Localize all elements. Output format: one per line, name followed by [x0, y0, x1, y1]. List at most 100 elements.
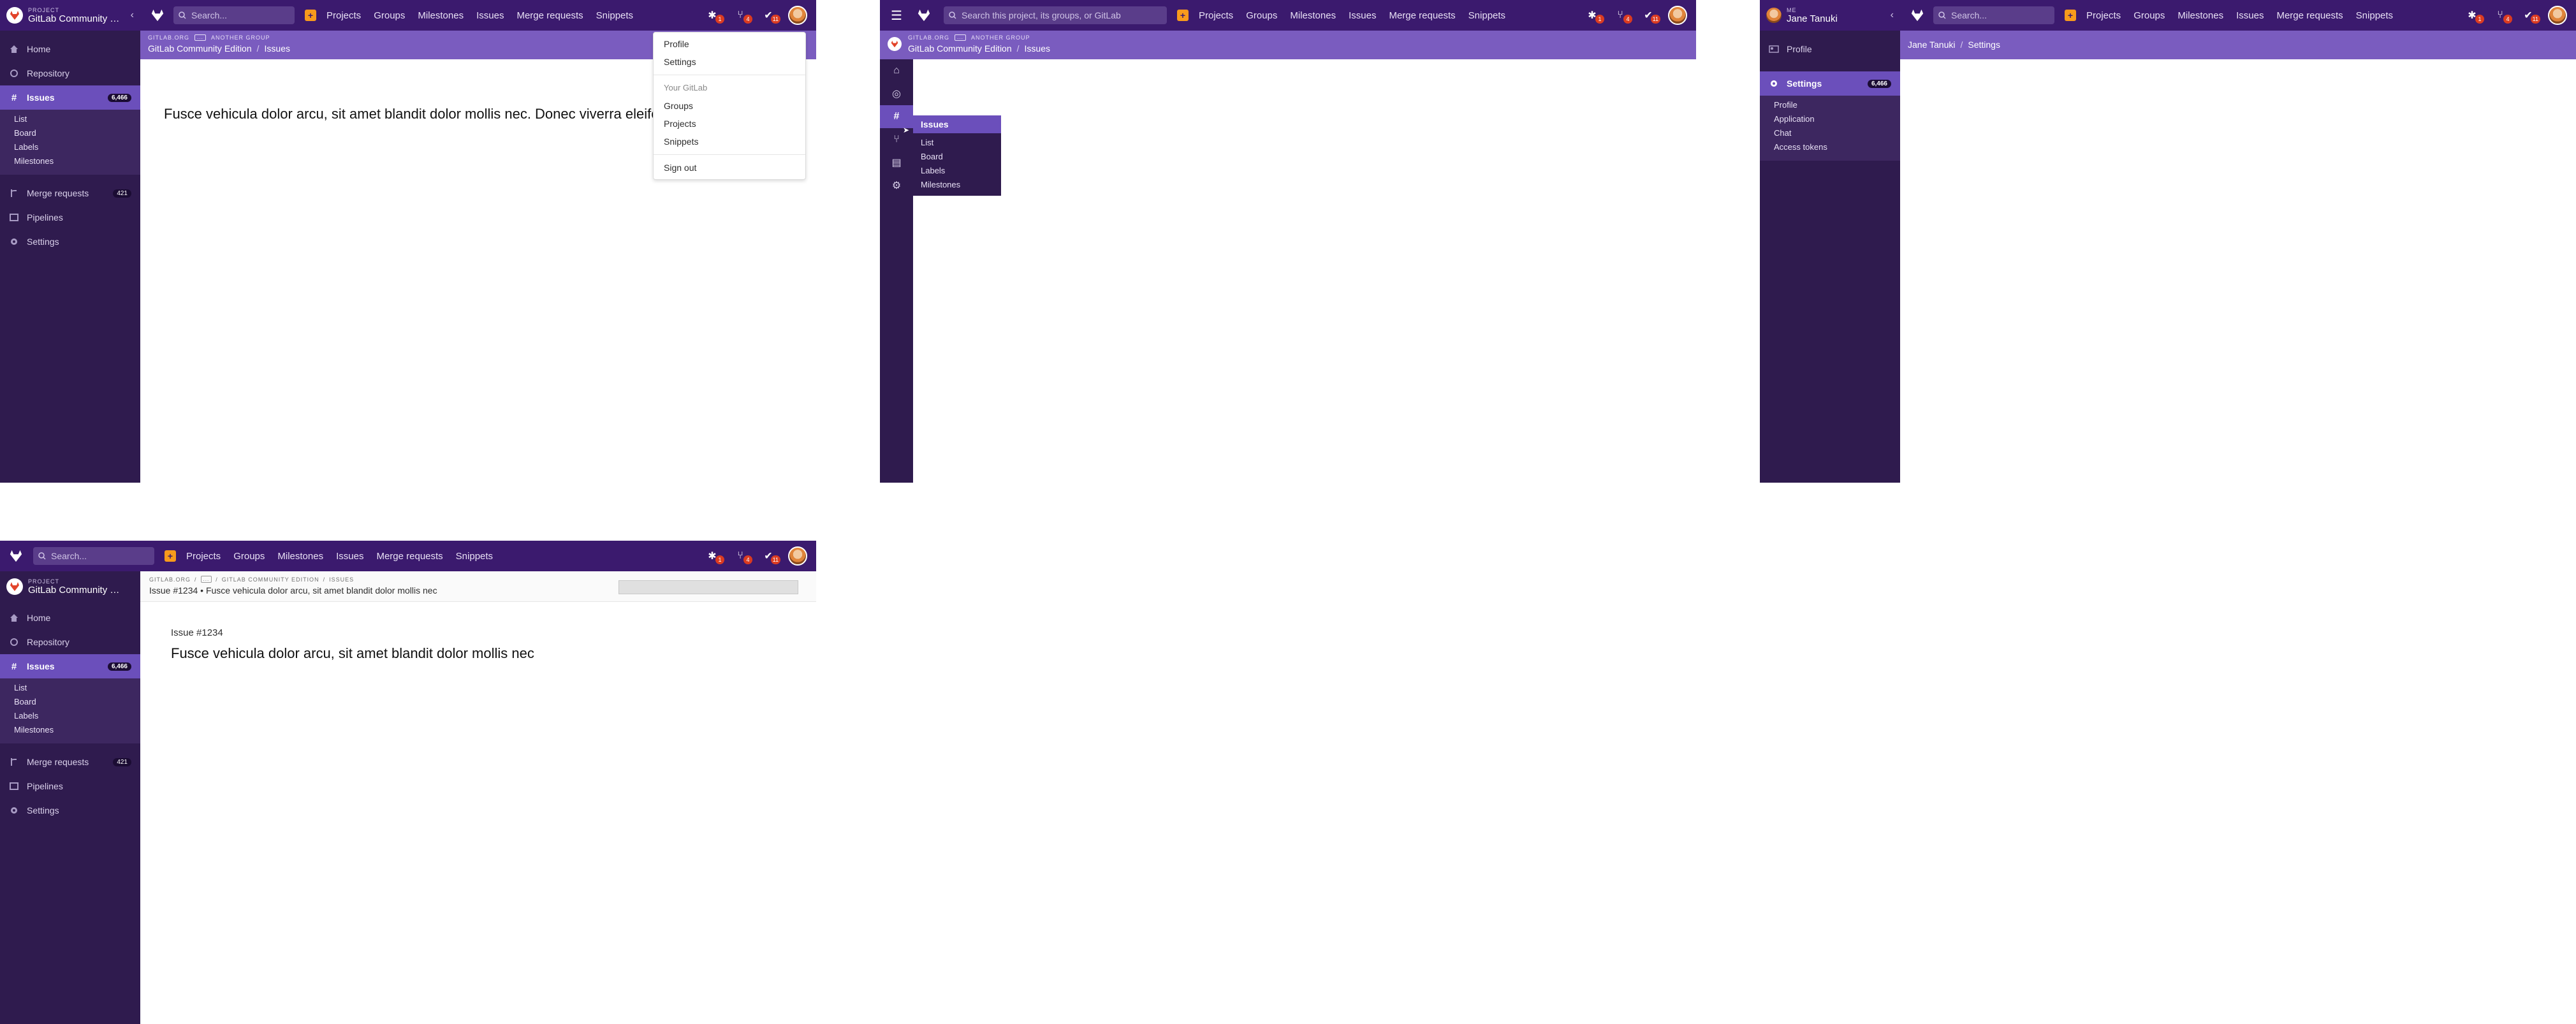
- rail-home-icon[interactable]: ⌂: [880, 59, 913, 82]
- crumb-another-group[interactable]: ANOTHER GROUP: [971, 34, 1030, 41]
- search-input[interactable]: Search this project, its groups, or GitL…: [944, 6, 1167, 24]
- merge-requests-count-icon[interactable]: ⑂ 4: [732, 549, 752, 564]
- flyout-title[interactable]: Issues: [913, 115, 1001, 133]
- submenu-item-milestones[interactable]: Milestones: [0, 154, 140, 168]
- rail-issues-icon[interactable]: #: [880, 105, 913, 128]
- rail-gear-icon[interactable]: ⚙: [880, 174, 913, 197]
- gitlab-logo[interactable]: [5, 545, 27, 567]
- nav-issues[interactable]: Issues: [476, 10, 504, 21]
- todos-icon[interactable]: ✔ 11: [760, 549, 780, 564]
- rail-pipelines-icon[interactable]: ▤: [880, 151, 913, 174]
- dropdown-sign-out[interactable]: Sign out: [654, 159, 805, 177]
- nav-snippets[interactable]: Snippets: [2356, 10, 2393, 21]
- hamburger-icon[interactable]: ☰: [880, 8, 913, 24]
- nav-projects[interactable]: Projects: [326, 10, 361, 21]
- dropdown-settings[interactable]: Settings: [654, 53, 805, 71]
- todos-icon[interactable]: ✔ 11: [2520, 8, 2540, 24]
- crumb-user[interactable]: Jane Tanuki: [1908, 40, 1955, 50]
- nav-issues[interactable]: Issues: [2236, 10, 2264, 21]
- dropdown-projects[interactable]: Projects: [654, 115, 805, 133]
- crumb-ellipsis[interactable]: ...: [200, 576, 212, 583]
- crumb-issues[interactable]: ISSUES: [329, 576, 354, 583]
- sidebar-item-pipelines[interactable]: Pipelines: [0, 205, 140, 230]
- dropdown-groups[interactable]: Groups: [654, 97, 805, 115]
- search-input[interactable]: Search...: [33, 547, 154, 565]
- nav-groups[interactable]: Groups: [1246, 10, 1277, 21]
- new-item-button[interactable]: +: [165, 550, 176, 562]
- sidebar-project-header[interactable]: PROJECT GitLab Community Edition: [0, 571, 140, 602]
- nav-issues[interactable]: Issues: [1349, 10, 1376, 21]
- sidebar-item-issues[interactable]: # Issues 6,466: [0, 654, 140, 678]
- crumb-settings[interactable]: Settings: [1968, 40, 2000, 50]
- submenu-item-board[interactable]: Board: [0, 695, 140, 709]
- dropdown-snippets[interactable]: Snippets: [654, 133, 805, 150]
- crumb-issues[interactable]: Issues: [1025, 43, 1050, 54]
- nav-projects[interactable]: Projects: [2086, 10, 2121, 21]
- sidebar-item-merge-requests[interactable]: Merge requests 421: [0, 750, 140, 774]
- search-input[interactable]: Search...: [173, 6, 295, 24]
- crumb-issues[interactable]: Issues: [265, 43, 290, 54]
- flyout-item-milestones[interactable]: Milestones: [913, 178, 1001, 192]
- submenu-item-labels[interactable]: Labels: [0, 140, 140, 154]
- sidebar-item-profile[interactable]: Profile: [1760, 37, 1900, 61]
- sidebar-item-repository[interactable]: Repository: [0, 61, 140, 85]
- submenu-item-list[interactable]: List: [0, 681, 140, 695]
- nav-groups[interactable]: Groups: [233, 551, 265, 562]
- submenu-item-labels[interactable]: Labels: [0, 709, 140, 723]
- submenu-item-board[interactable]: Board: [0, 126, 140, 140]
- nav-issues[interactable]: Issues: [336, 551, 363, 562]
- crumb-ellipsis[interactable]: ...: [194, 34, 207, 41]
- search-input[interactable]: Search...: [1933, 6, 2054, 24]
- todos-icon[interactable]: ✔ 11: [1640, 8, 1660, 24]
- merge-requests-count-icon[interactable]: ⑂ 4: [732, 8, 752, 24]
- sidebar-item-issues[interactable]: # Issues 6,466: [0, 85, 140, 110]
- sidebar-user-header[interactable]: ME Jane Tanuki ‹: [1760, 0, 1900, 31]
- sidebar-item-settings[interactable]: Settings: [0, 230, 140, 254]
- sidebar-item-settings[interactable]: Settings: [0, 798, 140, 823]
- new-item-button[interactable]: +: [305, 10, 316, 21]
- user-avatar[interactable]: [1668, 6, 1687, 25]
- nav-merge-requests[interactable]: Merge requests: [2276, 10, 2343, 21]
- merge-requests-count-icon[interactable]: ⑂ 4: [2492, 8, 2512, 24]
- submenu-item-milestones[interactable]: Milestones: [0, 723, 140, 737]
- collapse-sidebar-icon[interactable]: ‹: [131, 10, 134, 21]
- nav-snippets[interactable]: Snippets: [1468, 10, 1505, 21]
- sidebar-item-pipelines[interactable]: Pipelines: [0, 774, 140, 798]
- user-avatar[interactable]: [788, 546, 807, 566]
- user-avatar[interactable]: [2548, 6, 2567, 25]
- sidebar-item-settings[interactable]: Settings 6,466: [1760, 71, 1900, 96]
- sidebar-item-home[interactable]: Home: [0, 37, 140, 61]
- nav-snippets[interactable]: Snippets: [596, 10, 633, 21]
- issues-count-icon[interactable]: ✱ 1: [704, 549, 724, 564]
- collapse-sidebar-icon[interactable]: ‹: [1891, 10, 1894, 21]
- crumb-project[interactable]: GitLab Community Edition: [908, 43, 1012, 54]
- gitlab-logo[interactable]: [147, 4, 168, 26]
- user-avatar[interactable]: [788, 6, 807, 25]
- sidebar-item-repository[interactable]: Repository: [0, 630, 140, 654]
- new-item-button[interactable]: +: [2065, 10, 2076, 21]
- submenu-item-list[interactable]: List: [0, 112, 140, 126]
- gitlab-logo[interactable]: [1906, 4, 1928, 26]
- nav-groups[interactable]: Groups: [374, 10, 405, 21]
- new-item-button[interactable]: +: [1177, 10, 1189, 21]
- sidebar-item-merge-requests[interactable]: Merge requests 421: [0, 181, 140, 205]
- submenu-item-application[interactable]: Application: [1760, 112, 1900, 126]
- crumb-project[interactable]: GitLab Community Edition: [148, 43, 252, 54]
- rail-repository-icon[interactable]: ◎: [880, 82, 913, 105]
- crumb-project[interactable]: GITLAB COMMUNITY EDITION: [222, 576, 319, 583]
- nav-milestones[interactable]: Milestones: [2177, 10, 2223, 21]
- nav-merge-requests[interactable]: Merge requests: [1389, 10, 1455, 21]
- dropdown-profile[interactable]: Profile: [654, 35, 805, 53]
- sidebar-item-home[interactable]: Home: [0, 606, 140, 630]
- issues-count-icon[interactable]: ✱ 1: [704, 8, 724, 24]
- nav-projects[interactable]: Projects: [186, 551, 221, 562]
- nav-snippets[interactable]: Snippets: [456, 551, 493, 562]
- crumb-gitlab-org[interactable]: GITLAB.ORG: [908, 34, 949, 41]
- nav-projects[interactable]: Projects: [1199, 10, 1233, 21]
- flyout-item-board[interactable]: Board: [913, 150, 1001, 164]
- crumb-ellipsis[interactable]: ...: [955, 34, 967, 41]
- issues-count-icon[interactable]: ✱ 1: [2464, 8, 2484, 24]
- crumb-gitlab-org[interactable]: GITLAB.ORG: [149, 576, 191, 583]
- submenu-item-profile[interactable]: Profile: [1760, 98, 1900, 112]
- issues-count-icon[interactable]: ✱ 1: [1584, 8, 1604, 24]
